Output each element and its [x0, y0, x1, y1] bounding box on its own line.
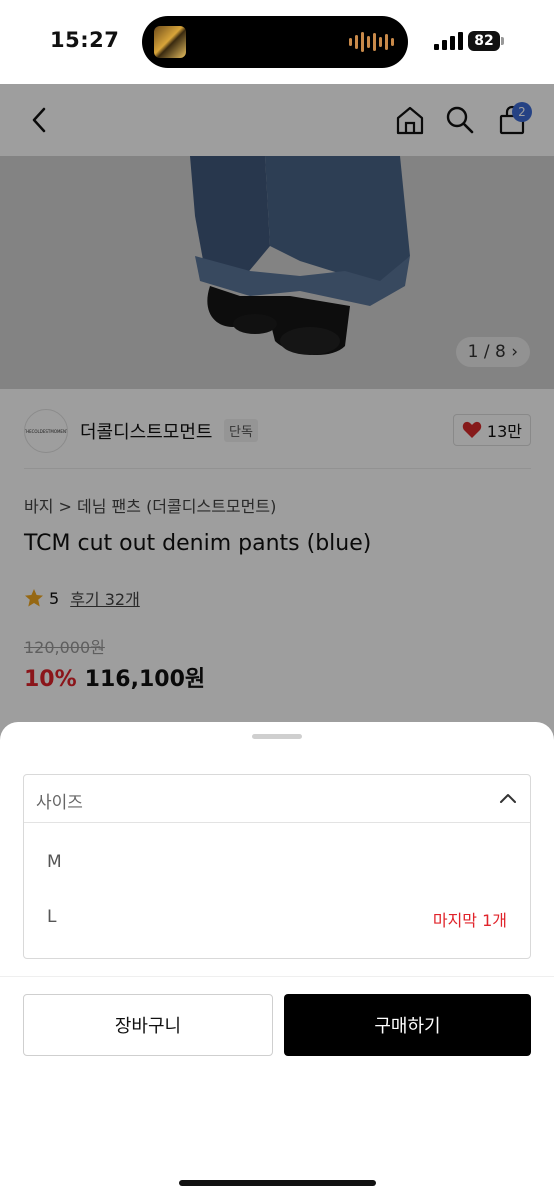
sheet-grabber[interactable] — [252, 734, 302, 739]
size-dropdown-label: 사이즈 — [36, 793, 83, 813]
audio-waveform-icon — [349, 31, 394, 53]
status-bar: 15:27 82 — [0, 0, 554, 84]
now-playing-artwork — [154, 26, 186, 58]
option-bottom-sheet: 사이즈 M L 마지막 1개 장바구니 구매하기 — [0, 722, 554, 1200]
size-dropdown[interactable]: 사이즈 M L 마지막 1개 — [23, 774, 531, 959]
dynamic-island — [142, 16, 408, 68]
status-time: 15:27 — [50, 28, 120, 52]
add-to-cart-button[interactable]: 장바구니 — [23, 994, 273, 1056]
battery-icon: 82 — [468, 31, 500, 51]
size-option-m[interactable]: M — [24, 835, 530, 891]
signal-icon — [434, 32, 463, 50]
size-option-label: M — [47, 852, 62, 872]
size-option-label: L — [47, 907, 57, 927]
size-dropdown-header[interactable]: 사이즈 — [24, 775, 530, 823]
buy-now-button[interactable]: 구매하기 — [284, 994, 531, 1056]
low-stock-note: 마지막 1개 — [432, 911, 507, 930]
size-option-l[interactable]: L 마지막 1개 — [24, 890, 530, 946]
divider — [0, 976, 554, 977]
battery-tip — [501, 37, 504, 45]
home-indicator[interactable] — [179, 1180, 376, 1186]
chevron-up-icon — [500, 794, 516, 803]
